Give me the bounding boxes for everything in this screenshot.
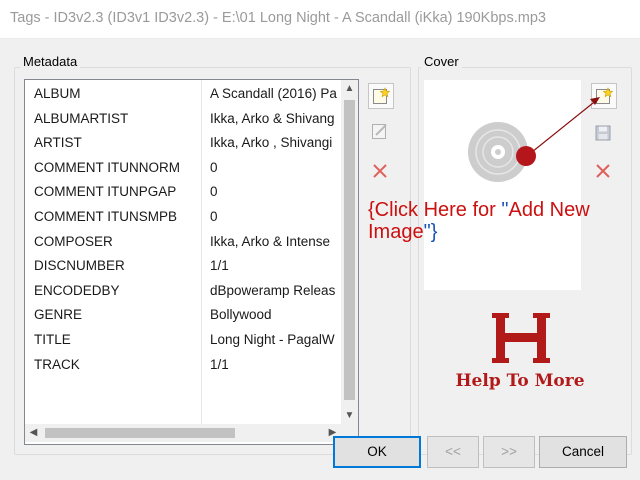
tag-value: 1/1	[210, 258, 229, 274]
metadata-row[interactable]: ALBUMARTIST Ikka, Arko & Shivang	[25, 107, 341, 132]
save-image-button[interactable]	[591, 121, 615, 145]
window-title: Tags - ID3v2.3 (ID3v1 ID3v2.3) - E:\01 L…	[10, 10, 546, 26]
metadata-row[interactable]: GENRE Bollywood	[25, 303, 341, 328]
previous-button[interactable]: <<	[427, 436, 479, 468]
delete-image-button[interactable]	[591, 159, 615, 183]
title-bar: Tags - ID3v2.3 (ID3v1 ID3v2.3) - E:\01 L…	[0, 0, 640, 39]
disc-placeholder-icon	[468, 122, 528, 182]
tag-value: 0	[210, 208, 218, 224]
metadata-row[interactable]: COMMENT ITUNPGAP 0	[25, 180, 341, 205]
metadata-row[interactable]: DISCNUMBER 1/1	[25, 254, 341, 279]
tag-value: Long Night - PagalW	[210, 331, 335, 347]
scroll-up-icon[interactable]: ▲	[341, 80, 358, 97]
vertical-scroll-thumb[interactable]	[344, 100, 355, 400]
delete-tag-button[interactable]	[368, 159, 392, 183]
logo-text: Help To More	[455, 371, 585, 391]
tag-name: COMMENT ITUNNORM	[34, 159, 180, 175]
add-image-button[interactable]	[591, 83, 617, 109]
tag-name: ALBUMARTIST	[34, 110, 129, 126]
cover-image-area[interactable]	[424, 80, 581, 290]
metadata-row[interactable]: COMMENT ITUNNORM 0	[25, 156, 341, 181]
annotation-close: }	[430, 221, 438, 243]
scroll-left-icon[interactable]: ◀	[25, 424, 42, 442]
tag-value: Ikka, Arko , Shivangi	[210, 135, 333, 151]
tag-name: ALBUM	[34, 86, 81, 101]
metadata-group-label: Metadata	[20, 54, 81, 69]
annotation-quote-close: "	[423, 221, 431, 243]
tag-value: A Scandall (2016) Pa	[210, 86, 337, 101]
annotation-text: {Click Here for "Add New Image"}	[368, 199, 638, 243]
tag-value: 1/1	[210, 356, 229, 372]
tag-name: COMMENT ITUNPGAP	[34, 184, 177, 200]
tag-name: ENCODEDBY	[34, 282, 120, 298]
tag-name: COMMENT ITUNSMPB	[34, 208, 178, 224]
tag-name: DISCNUMBER	[34, 258, 125, 274]
horizontal-scrollbar[interactable]: ◀ ▶	[25, 424, 341, 442]
save-image-icon	[595, 125, 611, 141]
tag-name: GENRE	[34, 307, 83, 323]
add-image-icon	[596, 87, 613, 104]
tag-name: ARTIST	[34, 135, 82, 151]
horizontal-scroll-thumb[interactable]	[45, 428, 235, 438]
dialog-body: Metadata Cover ALBUM A Scandall (2016) Pa…	[0, 39, 640, 480]
metadata-list[interactable]: ALBUM A Scandall (2016) Pa ALBUMARTIST Ikk…	[24, 79, 359, 445]
add-tag-button[interactable]	[368, 83, 394, 109]
metadata-row[interactable]: ENCODEDBY dBpoweramp Releas	[25, 279, 341, 304]
edit-tag-button[interactable]	[368, 119, 392, 143]
tag-value: Ikka, Arko & Shivang	[210, 110, 335, 126]
delete-image-icon	[596, 164, 610, 178]
metadata-row[interactable]: ARTIST Ikka, Arko , Shivangi	[25, 131, 341, 156]
tag-name: TRACK	[34, 356, 80, 372]
tag-value: 0	[210, 159, 218, 175]
tag-value: dBpoweramp Releas	[210, 282, 336, 298]
scroll-down-icon[interactable]: ▼	[341, 407, 358, 424]
ok-button[interactable]: OK	[333, 436, 421, 468]
next-button[interactable]: >>	[483, 436, 535, 468]
tag-value: 0	[210, 184, 218, 200]
cancel-button[interactable]: Cancel	[539, 436, 627, 468]
edit-tag-icon	[372, 124, 387, 139]
metadata-row[interactable]: COMMENT ITUNSMPB 0	[25, 205, 341, 230]
metadata-row[interactable]: COMPOSER Ikka, Arko & Intense	[25, 230, 341, 255]
metadata-row[interactable]: TRACK 1/1	[25, 353, 341, 378]
delete-tag-icon	[373, 164, 387, 178]
annotation-open: {Click Here for	[368, 199, 502, 221]
cover-group-label: Cover	[421, 54, 462, 69]
add-tag-icon	[373, 87, 390, 104]
metadata-row[interactable]: ALBUM A Scandall (2016) Pa	[25, 82, 341, 107]
tag-name: COMPOSER	[34, 233, 113, 249]
tag-name: TITLE	[34, 331, 71, 347]
metadata-rows: ALBUM A Scandall (2016) Pa ALBUMARTIST Ikk…	[25, 82, 341, 377]
metadata-row[interactable]: TITLE Long Night - PagalW	[25, 328, 341, 353]
tag-value: Bollywood	[210, 307, 272, 323]
vertical-scrollbar[interactable]: ▲ ▼	[341, 80, 358, 424]
tag-value: Ikka, Arko & Intense	[210, 233, 331, 249]
